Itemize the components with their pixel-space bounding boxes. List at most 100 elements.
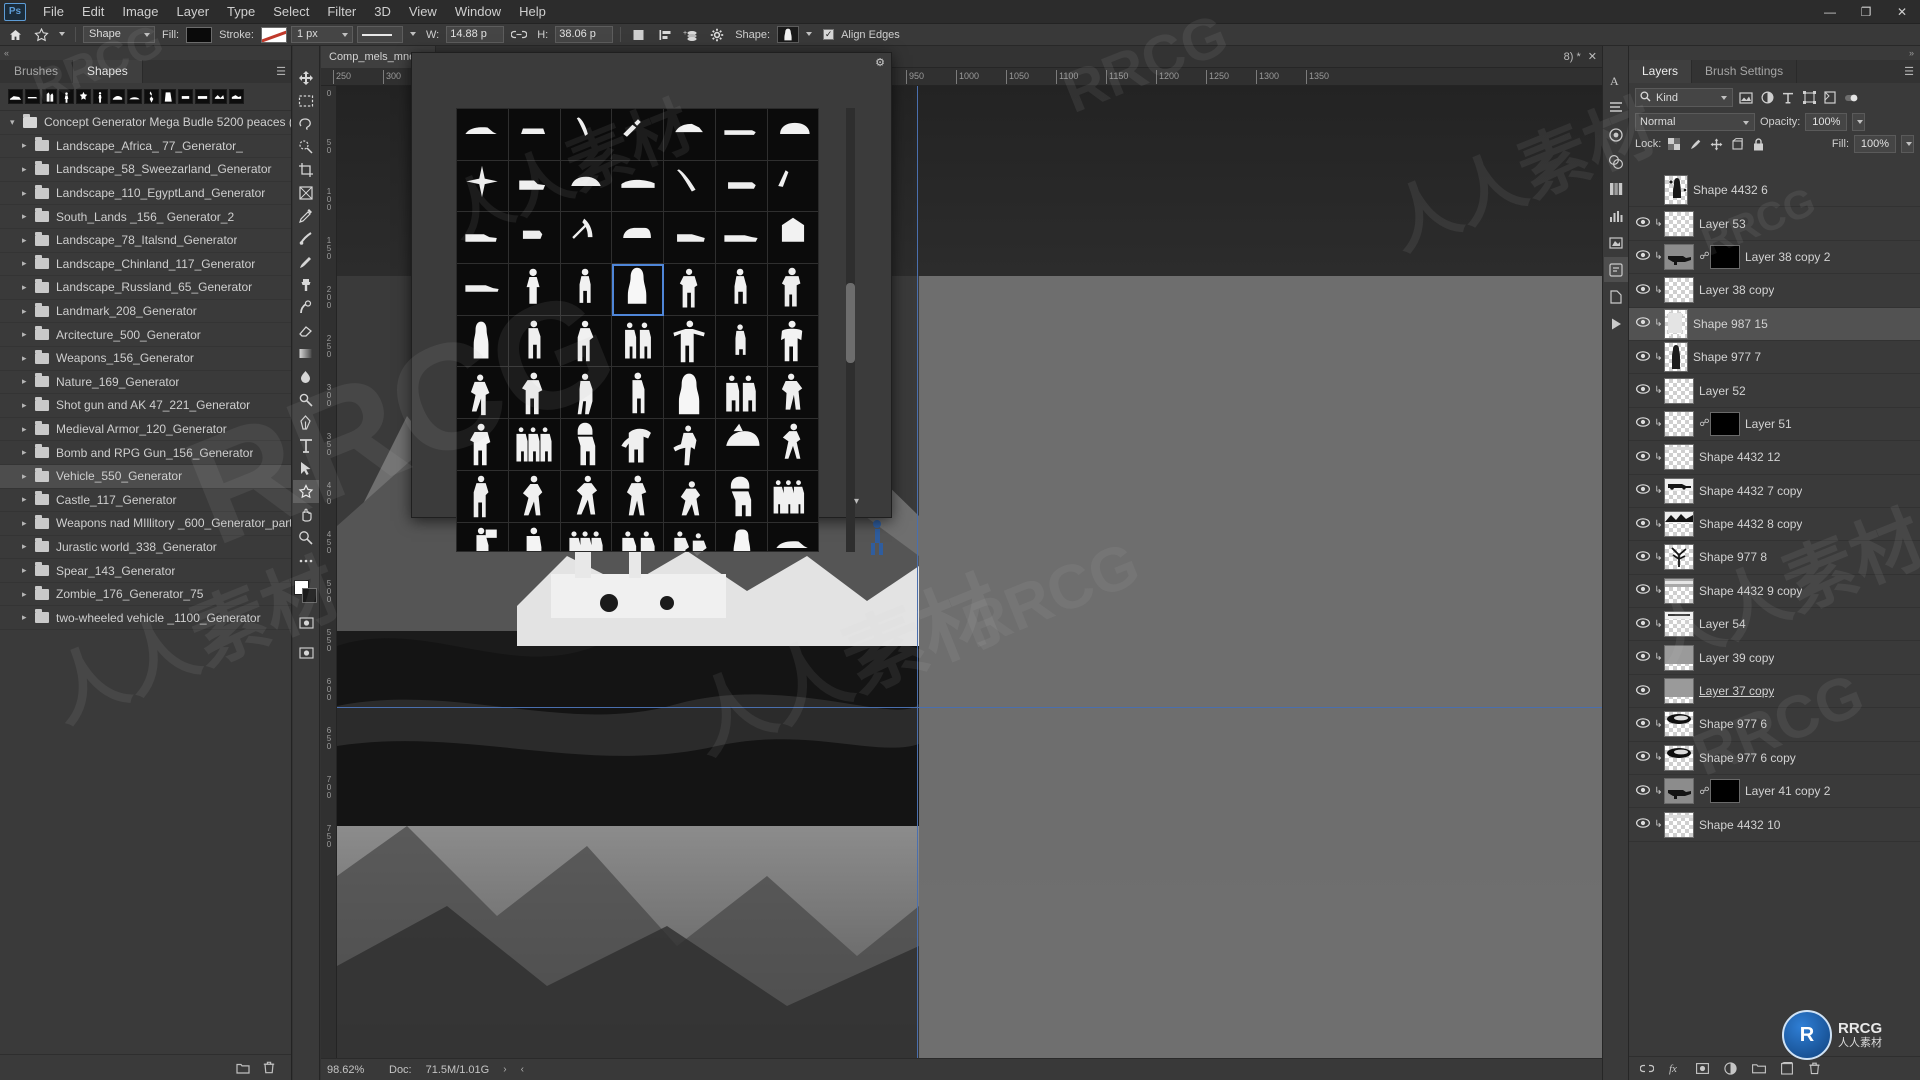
shapes-tree-item[interactable]: ▸ Zombie_176_Generator_75 bbox=[0, 583, 291, 607]
chevron-right-icon[interactable]: ▸ bbox=[22, 541, 35, 552]
shape-preset-thumbnail[interactable] bbox=[42, 89, 57, 104]
vertical-ruler[interactable]: 0 5 0 1 0 0 1 5 0 2 0 0 2 5 0 3 0 0 3 5 0 4 0 0 4… bbox=[321, 86, 337, 1058]
libraries-panel-icon[interactable] bbox=[1604, 176, 1628, 201]
shape-picker-cell[interactable] bbox=[508, 522, 561, 551]
lock-all-icon[interactable] bbox=[1750, 136, 1766, 152]
layer-visibility-icon[interactable] bbox=[1633, 584, 1653, 597]
hand-tool-icon[interactable] bbox=[293, 503, 319, 526]
menu-edit[interactable]: Edit bbox=[73, 0, 113, 24]
chevron-right-icon[interactable]: ▸ bbox=[22, 376, 35, 387]
layer-thumbnail[interactable] bbox=[1664, 308, 1688, 339]
minimize-button[interactable]: — bbox=[1812, 0, 1848, 24]
shape-picker-cell[interactable] bbox=[715, 470, 768, 523]
shapes-tree-item[interactable]: ▸ South_Lands _156_ Generator_2 bbox=[0, 205, 291, 229]
panel-menu-icon[interactable]: ☰ bbox=[1898, 65, 1920, 78]
shapes-tree-item[interactable]: ▸ Landscape_Russland_65_Generator bbox=[0, 276, 291, 300]
layer-mask-thumbnail[interactable] bbox=[1710, 779, 1740, 804]
layer-name[interactable]: Shape 4432 8 copy bbox=[1699, 517, 1802, 531]
shape-picker-cell[interactable] bbox=[560, 160, 613, 213]
shapes-tree-item[interactable]: ▸ Landscape_110_EgyptLand_Generator bbox=[0, 182, 291, 206]
shape-layer-filter-icon[interactable] bbox=[1801, 89, 1817, 106]
shape-picker-cell[interactable] bbox=[612, 264, 665, 316]
shape-picker-cell[interactable] bbox=[457, 264, 509, 316]
chevron-right-icon[interactable]: ▸ bbox=[22, 447, 35, 458]
adjustments-panel-icon[interactable] bbox=[1604, 149, 1628, 174]
gradient-tool-icon[interactable] bbox=[293, 342, 319, 365]
actions-panel-icon[interactable] bbox=[1604, 284, 1628, 309]
shape-picker-cell[interactable] bbox=[612, 522, 665, 551]
home-icon[interactable] bbox=[4, 26, 26, 44]
shape-picker-cell[interactable] bbox=[508, 212, 561, 265]
layer-thumbnail[interactable] bbox=[1664, 342, 1688, 373]
layer-visibility-icon[interactable] bbox=[1633, 818, 1653, 831]
foreground-background-color-icon[interactable] bbox=[294, 580, 318, 604]
layer-thumbnail[interactable] bbox=[1664, 410, 1694, 437]
shape-picker-cell[interactable] bbox=[767, 315, 818, 368]
chevron-right-icon[interactable]: ▸ bbox=[22, 235, 35, 246]
layer-name[interactable]: Shape 977 7 bbox=[1693, 350, 1761, 364]
menu-view[interactable]: View bbox=[400, 0, 446, 24]
height-input[interactable]: 38.06 p bbox=[555, 26, 614, 43]
layer-row[interactable]: ↳ Layer 53 bbox=[1629, 207, 1920, 241]
shape-preset-thumbnail[interactable] bbox=[93, 89, 108, 104]
blend-mode-select[interactable]: Normal bbox=[1635, 113, 1755, 131]
layer-row[interactable]: ↳ ☍ Layer 38 copy 2 bbox=[1629, 241, 1920, 275]
shape-preset-thumbnail[interactable] bbox=[144, 89, 159, 104]
menu-type[interactable]: Type bbox=[218, 0, 264, 24]
shape-preview-thumbnail[interactable] bbox=[777, 26, 800, 43]
shapes-tree-item[interactable]: ▸ Landscape_Africa_ 77_Generator_ bbox=[0, 135, 291, 159]
layer-row[interactable]: ↳ Shape 4432 10 bbox=[1629, 808, 1920, 842]
layer-thumbnail[interactable] bbox=[1664, 611, 1694, 638]
layer-name[interactable]: Shape 4432 12 bbox=[1699, 450, 1780, 464]
layer-visibility-icon[interactable] bbox=[1633, 384, 1653, 397]
tab-brushes[interactable]: Brushes bbox=[0, 60, 74, 83]
layer-thumbnail[interactable] bbox=[1664, 444, 1694, 471]
shape-picker-cell[interactable] bbox=[664, 419, 716, 471]
layer-name[interactable]: Layer 52 bbox=[1699, 384, 1746, 398]
layer-thumbnail[interactable] bbox=[1664, 644, 1694, 671]
shape-picker-cell[interactable] bbox=[508, 470, 561, 523]
layer-visibility-icon[interactable] bbox=[1633, 417, 1653, 430]
shape-picker-cell[interactable] bbox=[612, 109, 665, 161]
shape-picker-cell[interactable] bbox=[664, 315, 716, 368]
align-edges-checkbox[interactable]: ✓ bbox=[823, 29, 835, 40]
shape-picker-cell[interactable] bbox=[508, 109, 561, 161]
color-panel-icon[interactable] bbox=[1604, 122, 1628, 147]
shape-preset-thumbnail[interactable] bbox=[8, 89, 23, 104]
move-tool-icon[interactable] bbox=[293, 66, 319, 89]
shape-picker-cell[interactable] bbox=[457, 160, 509, 213]
shape-picker-cell[interactable] bbox=[767, 419, 818, 471]
shape-picker-cell[interactable] bbox=[664, 160, 716, 213]
chevron-down-icon[interactable]: ▾ bbox=[854, 496, 859, 507]
chevron-right-icon[interactable]: ▸ bbox=[22, 258, 35, 269]
shape-picker-cell[interactable] bbox=[508, 264, 561, 316]
tab-shapes[interactable]: Shapes bbox=[73, 60, 143, 83]
shape-picker-cell[interactable] bbox=[767, 470, 818, 523]
layer-list[interactable]: Shape 4432 6 ↳ Layer 53 ↳ ☍ Layer 38 copy 2 ↳ L… bbox=[1629, 174, 1920, 1056]
history-brush-tool-icon[interactable] bbox=[293, 296, 319, 319]
eyedropper-tool-icon[interactable] bbox=[293, 204, 319, 227]
shapes-tree-item[interactable]: ▸ Landscape_78_Italsnd_Generator bbox=[0, 229, 291, 253]
layer-thumbnail[interactable] bbox=[1664, 277, 1694, 304]
layer-row[interactable]: ↳ Shape 977 7 bbox=[1629, 341, 1920, 375]
lock-position-icon[interactable] bbox=[1708, 136, 1724, 152]
new-group-icon[interactable] bbox=[235, 1060, 251, 1076]
shape-picker-cell[interactable] bbox=[715, 315, 768, 368]
layer-name[interactable]: Layer 51 bbox=[1745, 417, 1792, 431]
layer-visibility-icon[interactable] bbox=[1633, 551, 1653, 564]
layer-visibility-icon[interactable] bbox=[1633, 617, 1653, 631]
shapes-tree-item[interactable]: ▸ Spear_143_Generator bbox=[0, 559, 291, 583]
blur-tool-icon[interactable] bbox=[293, 365, 319, 388]
layer-row[interactable]: ↳ Shape 977 8 bbox=[1629, 541, 1920, 575]
shape-preset-thumbnail[interactable] bbox=[76, 89, 91, 104]
layer-row[interactable]: ↳ Shape 4432 7 copy bbox=[1629, 475, 1920, 508]
menu-layer[interactable]: Layer bbox=[168, 0, 219, 24]
layer-thumbnail[interactable] bbox=[1664, 711, 1694, 738]
layer-visibility-icon[interactable] bbox=[1633, 784, 1653, 798]
layer-visibility-icon[interactable] bbox=[1633, 317, 1653, 330]
shape-picker-cell[interactable] bbox=[612, 470, 665, 523]
shape-picker-cell[interactable] bbox=[767, 160, 818, 213]
path-selection-tool-icon[interactable] bbox=[293, 457, 319, 480]
shape-picker-cell[interactable] bbox=[457, 419, 509, 471]
layer-name[interactable]: Shape 987 15 bbox=[1693, 317, 1768, 331]
